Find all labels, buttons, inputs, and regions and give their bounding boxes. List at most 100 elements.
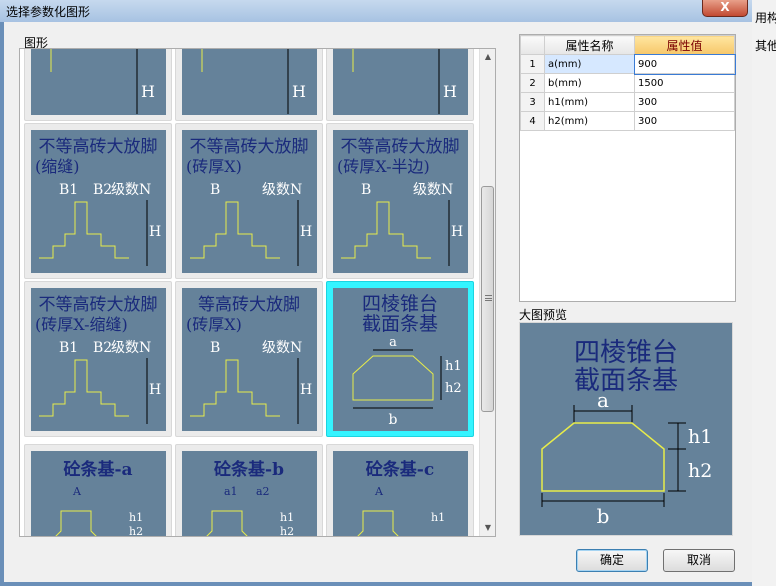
header-name[interactable]: 属性名称: [544, 35, 635, 55]
dim-label-b2: B2: [93, 182, 112, 198]
property-value-field[interactable]: 1500: [634, 73, 735, 93]
dim-label-b1: B: [361, 182, 371, 198]
thumb-title: 等高砖大放脚: [198, 295, 300, 315]
stair-profile: [190, 201, 280, 259]
stair-profile: [39, 201, 129, 259]
dim-label-h: H: [149, 224, 161, 240]
dim-label-h: H: [141, 82, 155, 101]
dim-label-levels: 级数N: [262, 340, 302, 356]
thumb-title: 不等高砖大放脚: [39, 295, 158, 315]
preview-dim-b: b: [597, 504, 610, 528]
dim-label-b2: B2: [93, 340, 112, 356]
thumb-title: 不等高砖大放脚: [341, 137, 460, 157]
thumb-subtitle: 截面条基: [362, 313, 438, 335]
scroll-up-arrow-icon[interactable]: ▲: [480, 49, 495, 65]
stair-profile: [341, 201, 431, 259]
shape-thumbnail[interactable]: H: [24, 49, 172, 121]
property-row[interactable]: 1 a(mm) 900: [520, 53, 736, 75]
dim-label-a: a1: [224, 485, 238, 498]
row-num: 4: [520, 111, 545, 131]
property-name: h1(mm): [544, 92, 635, 112]
dim-label-a: A: [72, 485, 82, 498]
shape-thumbnail-image: H: [182, 49, 317, 115]
shape-thumbnail[interactable]: 不等高砖大放脚 (砖厚X) B 级数N H: [175, 123, 323, 279]
shape-thumbnail-image: 不等高砖大放脚 (缩缝) B1 B2 级数N H: [31, 130, 166, 273]
preview-drawing: 四棱锥台 截面条基 a b h1 h2: [541, 338, 712, 528]
property-name: h2(mm): [544, 111, 635, 131]
shape-thumbnail[interactable]: 不等高砖大放脚 (砖厚X-半边) B 级数N H: [326, 123, 474, 279]
property-row[interactable]: 4 h2(mm) 300: [520, 111, 735, 131]
property-value-field[interactable]: 900: [633, 53, 736, 75]
thumb-title: 砼条基-b: [214, 459, 284, 480]
shape-thumbnail-image: 砼条基-a Ah1 h2: [31, 451, 166, 536]
thumb-subtitle: (砖厚X): [186, 315, 242, 334]
property-grid[interactable]: 属性名称 属性值 1 a(mm) 900 2 b(mm) 1500 3 h1(m…: [519, 34, 736, 302]
background-text-1: 用构: [755, 11, 776, 25]
dim-label-h: H: [451, 224, 463, 240]
dim-label-levels: 级数N: [111, 182, 151, 198]
shape-thumbnail[interactable]: 砼条基-a Ah1 h2: [24, 444, 172, 536]
dim-label-h1: h1: [431, 511, 445, 524]
cancel-button[interactable]: 取消: [663, 549, 735, 572]
stair-profile: [201, 49, 203, 72]
thumb-subtitle: (砖厚X): [186, 157, 242, 176]
ok-button[interactable]: 确定: [576, 549, 648, 572]
scrollbar-thumb[interactable]: [481, 186, 494, 412]
dim-label-b1: B: [210, 340, 220, 356]
stair-profile: [190, 359, 280, 417]
stair-profile: [39, 359, 129, 417]
shape-thumbnail[interactable]: 不等高砖大放脚 (砖厚X-缩缝) B1 B2 级数N H: [24, 281, 172, 437]
scroll-down-arrow-icon[interactable]: ▼: [480, 520, 495, 536]
gallery-scrollbar[interactable]: ▲ ▼: [479, 49, 495, 536]
property-row[interactable]: 2 b(mm) 1500: [520, 73, 735, 93]
background-text-2: 其他: [755, 39, 776, 53]
shape-gallery[interactable]: H H H 不等高砖大放脚 (缩缝) B1 B2 级数N H 不等高砖大放脚 (砖厚X) B 级数N H 不…: [19, 48, 496, 537]
property-table: 属性名称 属性值 1 a(mm) 900 2 b(mm) 1500 3 h1(m…: [520, 35, 736, 131]
shape-thumbnail[interactable]: H: [175, 49, 323, 121]
dim-label-b1: B1: [59, 340, 78, 356]
dim-label-h1: h1: [280, 511, 294, 524]
dim-label-h: H: [300, 224, 312, 240]
dim-label-h2: h2: [445, 381, 462, 396]
shape-thumbnail-image: H: [333, 49, 468, 115]
dim-label-a: A: [374, 485, 384, 498]
footing-profile: [357, 510, 399, 536]
shape-thumbnail-image: 等高砖大放脚 (砖厚X) B 级数N H: [182, 288, 317, 431]
dim-label-h2: h2: [280, 525, 294, 537]
grip-icon: [485, 295, 492, 301]
shape-thumbnail[interactable]: 等高砖大放脚 (砖厚X) B 级数N H: [175, 281, 323, 437]
thumb-subtitle: (缩缝): [35, 157, 80, 176]
thumb-title: 砼条基-a: [63, 459, 132, 480]
dim-label-h1: h1: [445, 359, 462, 374]
shape-thumbnail[interactable]: H: [326, 49, 474, 121]
shape-thumbnail[interactable]: 四棱锥台 截面条基 a b h1 h2: [326, 281, 474, 437]
property-name: a(mm): [544, 54, 635, 74]
dim-label-levels: 级数N: [413, 182, 453, 198]
thumb-title: 砼条基-c: [366, 459, 434, 480]
header-value[interactable]: 属性值: [634, 35, 735, 55]
background-window-strip: 用构 其他: [752, 0, 776, 586]
window-title: 选择参数化图形: [6, 5, 91, 19]
property-value-field[interactable]: 300: [634, 111, 735, 131]
shape-thumbnail[interactable]: 不等高砖大放脚 (缩缝) B1 B2 级数N H: [24, 123, 172, 279]
dim-label-b1: B1: [59, 182, 78, 198]
shape-thumbnail[interactable]: 砼条基-c Ah1: [326, 444, 474, 536]
dim-label-h: H: [149, 382, 161, 398]
preview-title-line2: 截面条基: [574, 366, 678, 396]
close-button[interactable]: X: [702, 0, 748, 17]
property-value-field[interactable]: 300: [634, 92, 735, 112]
dim-label-h: H: [292, 82, 306, 101]
property-row[interactable]: 3 h1(mm) 300: [520, 92, 735, 112]
shape-thumbnail[interactable]: 砼条基-b a1 a2 h1 h2: [175, 444, 323, 537]
shape-thumbnail-image: 四棱锥台 截面条基 a b h1 h2: [333, 288, 468, 431]
dim-label-a: a: [389, 335, 397, 350]
row-num: 1: [520, 54, 545, 74]
thumb-subtitle: (砖厚X-缩缝): [35, 315, 128, 334]
dim-label-levels: 级数N: [111, 340, 151, 356]
title-bar: 选择参数化图形: [0, 0, 776, 22]
dim-label-h: H: [443, 82, 457, 101]
shape-thumbnail-image: 不等高砖大放脚 (砖厚X-缩缝) B1 B2 级数N H: [31, 288, 166, 431]
trapezoid-shape: [352, 355, 434, 401]
preview-dim-h1: h1: [688, 426, 712, 448]
preview-title-line1: 四棱锥台: [574, 338, 678, 368]
